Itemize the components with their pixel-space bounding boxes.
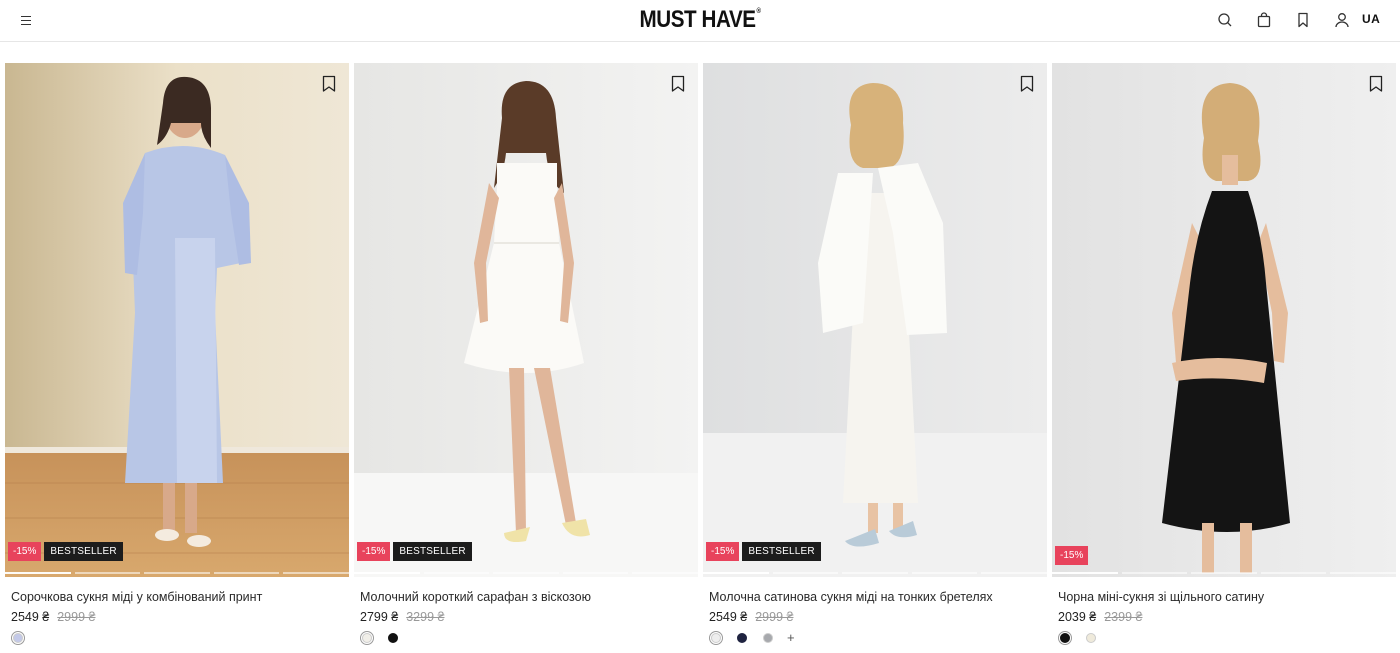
old-price: 2999 ₴ [57,610,96,624]
current-price: 2549 ₴ [11,610,50,624]
product-prices: 2799 ₴ 3299 ₴ [360,610,444,624]
swatch-fill [737,633,747,643]
color-swatch[interactable] [1084,631,1098,645]
bookmark-icon[interactable] [671,75,685,93]
product-photo [354,63,698,577]
color-swatch[interactable] [761,631,775,645]
site-logo[interactable]: MUST HAVE® [98,6,1302,34]
swatch-fill [1086,633,1096,643]
color-swatch[interactable] [735,631,749,645]
product-photo [703,63,1047,577]
product-prices: 2549 ₴ 2999 ₴ [709,610,793,624]
discount-badge: -15% [706,542,740,561]
image-progress [5,572,349,574]
user-icon[interactable] [1333,11,1351,29]
color-swatches [11,631,25,645]
product-prices: 2549 ₴ 2999 ₴ [11,610,95,624]
product-image[interactable]: -15% [1052,63,1396,577]
product-name[interactable]: Сорочкова сукня міді у комбінований прин… [11,590,262,604]
product-image[interactable]: -15% BESTSELLER [703,63,1047,577]
old-price: 2399 ₴ [1104,610,1143,624]
color-swatches [1058,631,1098,645]
color-swatches [360,631,400,645]
bestseller-badge: BESTSELLER [44,542,123,561]
color-swatch[interactable] [11,631,25,645]
cart-icon[interactable] [1255,11,1273,29]
bookmark-icon[interactable] [1369,75,1383,93]
menu-icon[interactable] [18,13,36,27]
product-prices: 2039 ₴ 2399 ₴ [1058,610,1142,624]
discount-badge: -15% [357,542,391,561]
product-badges: -15% [1055,546,1089,565]
color-swatch[interactable] [386,631,400,645]
image-progress [703,572,1047,574]
swatch-fill [763,633,773,643]
swatch-fill [1060,633,1070,643]
current-price: 2039 ₴ [1058,610,1097,624]
color-swatch[interactable] [1058,631,1072,645]
logo-mark: ® [756,8,761,15]
product-card: -15% BESTSELLER Молочна сатинова сукня м… [703,63,1047,653]
product-card: -15% Чорна міні-сукня зі щільного сатину… [1052,63,1396,653]
old-price: 3299 ₴ [406,610,445,624]
image-progress [354,572,698,574]
color-swatches: + [709,631,795,645]
search-icon[interactable] [1216,11,1234,29]
product-image[interactable]: -15% BESTSELLER [5,63,349,577]
image-progress [1052,572,1396,574]
current-price: 2799 ₴ [360,610,399,624]
product-image[interactable]: -15% BESTSELLER [354,63,698,577]
product-photo [5,63,349,577]
swatch-fill [362,633,372,643]
logo-text: MUST HAVE [639,6,756,33]
more-colors-button[interactable]: + [787,631,795,645]
site-header: MUST HAVE® UA [0,0,1400,42]
bestseller-badge: BESTSELLER [742,542,821,561]
color-swatch[interactable] [360,631,374,645]
language-switcher[interactable]: UA [1362,12,1380,26]
bookmark-icon[interactable] [1294,11,1312,29]
product-photo [1052,63,1396,577]
product-card: -15% BESTSELLER Сорочкова сукня міді у к… [5,63,349,653]
product-card: -15% BESTSELLER Молочний короткий сарафа… [354,63,698,653]
product-badges: -15% BESTSELLER [357,542,472,561]
product-badges: -15% BESTSELLER [8,542,123,561]
bookmark-icon[interactable] [1020,75,1034,93]
swatch-fill [13,633,23,643]
color-swatch[interactable] [709,631,723,645]
swatch-fill [711,633,721,643]
bookmark-icon[interactable] [322,75,336,93]
product-name[interactable]: Молочний короткий сарафан з віскозою [360,590,591,604]
current-price: 2549 ₴ [709,610,748,624]
product-name[interactable]: Молочна сатинова сукня міді на тонких бр… [709,590,993,604]
bestseller-badge: BESTSELLER [393,542,472,561]
discount-badge: -15% [8,542,42,561]
old-price: 2999 ₴ [755,610,794,624]
product-name[interactable]: Чорна міні-сукня зі щільного сатину [1058,590,1264,604]
discount-badge: -15% [1055,546,1089,565]
product-badges: -15% BESTSELLER [706,542,821,561]
swatch-fill [388,633,398,643]
